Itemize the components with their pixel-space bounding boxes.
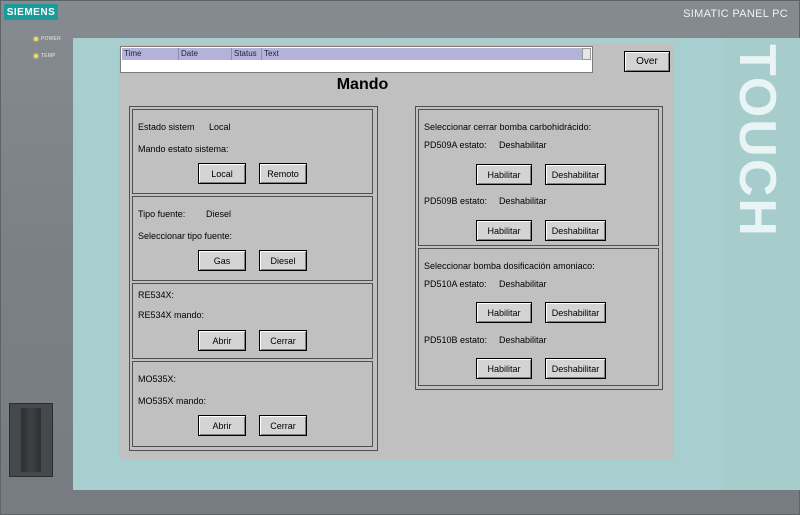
pd509a-deshabilitar-button[interactable]: Deshabilitar bbox=[545, 164, 606, 185]
pd510a-value: Deshabilitar bbox=[499, 279, 547, 289]
panel-re534x: RE534X: RE534X mando: Abrir Cerrar bbox=[132, 283, 373, 359]
pd509b-label: PD509B estato: bbox=[424, 196, 488, 206]
alarm-view-header: Time Date Status Text bbox=[122, 48, 582, 60]
sistema-status-label: Estado sistem bbox=[138, 122, 195, 132]
power-led-label: POWER bbox=[41, 36, 61, 42]
temp-led-label: TEMP bbox=[41, 53, 56, 59]
panel-fuente: Tipo fuente: Diesel Seleccionar tipo fue… bbox=[132, 196, 373, 281]
amoniaco-header: Seleccionar bomba dosificación amoniaco: bbox=[424, 261, 595, 271]
fuente-status-label: Tipo fuente: bbox=[138, 209, 186, 219]
touch-side-panel: TOUCH bbox=[723, 38, 800, 490]
mo535x-cerrar-button[interactable]: Cerrar bbox=[259, 415, 307, 436]
carbo-header: Seleccionar cerrar bomba carbohidrácido: bbox=[424, 122, 592, 132]
pd509b-value: Deshabilitar bbox=[499, 196, 547, 206]
alarm-col-text[interactable]: Text bbox=[262, 48, 582, 60]
re534x-label: RE534X: bbox=[138, 290, 175, 300]
pd510b-value: Deshabilitar bbox=[499, 335, 547, 345]
pd509b-habilitar-button[interactable]: Habilitar bbox=[476, 220, 532, 241]
pd509a-value: Deshabilitar bbox=[499, 140, 547, 150]
pd509a-label: PD509A estato: bbox=[424, 140, 487, 150]
panel-carbohidracido: Seleccionar cerrar bomba carbohidrácido:… bbox=[418, 109, 659, 246]
mo535x-mando-label: MO535X mando: bbox=[138, 396, 207, 406]
re534x-cerrar-button[interactable]: Cerrar bbox=[259, 330, 307, 351]
alarm-col-time[interactable]: Time bbox=[122, 48, 179, 60]
diesel-button[interactable]: Diesel bbox=[259, 250, 307, 271]
siemens-logo: SIEMENS bbox=[4, 4, 58, 20]
slot-cover-icon bbox=[21, 408, 41, 472]
power-led-indicator: POWER bbox=[34, 36, 61, 42]
mo535x-label: MO535X: bbox=[138, 374, 177, 384]
pd510b-habilitar-button[interactable]: Habilitar bbox=[476, 358, 532, 379]
re534x-abrir-button[interactable]: Abrir bbox=[198, 330, 246, 351]
pd510a-deshabilitar-button[interactable]: Deshabilitar bbox=[545, 302, 606, 323]
pd510b-label: PD510B estato: bbox=[424, 335, 488, 345]
pd510a-label: PD510A estato: bbox=[424, 279, 487, 289]
alarm-scrollbar[interactable] bbox=[582, 48, 591, 60]
over-button[interactable]: Over bbox=[624, 51, 670, 72]
panel-amoniaco: Seleccionar bomba dosificación amoniaco:… bbox=[418, 248, 659, 386]
alarm-view[interactable]: Time Date Status Text bbox=[120, 46, 593, 73]
pd510a-habilitar-button[interactable]: Habilitar bbox=[476, 302, 532, 323]
gas-button[interactable]: Gas bbox=[198, 250, 246, 271]
local-button[interactable]: Local bbox=[198, 163, 246, 184]
power-led-icon bbox=[34, 37, 38, 41]
pd509a-habilitar-button[interactable]: Habilitar bbox=[476, 164, 532, 185]
sistema-status-value: Local bbox=[209, 122, 231, 132]
fuente-select-label: Seleccionar tipo fuente: bbox=[138, 231, 233, 241]
sistema-mando-label: Mando estato sistema: bbox=[138, 144, 229, 154]
pd509b-deshabilitar-button[interactable]: Deshabilitar bbox=[545, 220, 606, 241]
usb-slot-cover bbox=[9, 403, 53, 477]
pd510b-deshabilitar-button[interactable]: Deshabilitar bbox=[545, 358, 606, 379]
touch-label: TOUCH bbox=[728, 44, 786, 238]
temp-led-indicator: TEMP bbox=[34, 53, 56, 59]
alarm-col-date[interactable]: Date bbox=[179, 48, 232, 60]
panel-mo535x: MO535X: MO535X mando: Abrir Cerrar bbox=[132, 361, 373, 447]
alarm-col-status[interactable]: Status bbox=[232, 48, 262, 60]
page-title: Mando bbox=[336, 76, 389, 93]
temp-led-icon bbox=[34, 54, 38, 58]
fuente-status-value: Diesel bbox=[206, 209, 232, 219]
panel-sistema: Estado sistem Local Mando estato sistema… bbox=[132, 109, 373, 194]
remoto-button[interactable]: Remoto bbox=[259, 163, 307, 184]
mo535x-abrir-button[interactable]: Abrir bbox=[198, 415, 246, 436]
model-label: SIMATIC PANEL PC bbox=[683, 8, 788, 20]
re534x-mando-label: RE534X mando: bbox=[138, 310, 205, 320]
